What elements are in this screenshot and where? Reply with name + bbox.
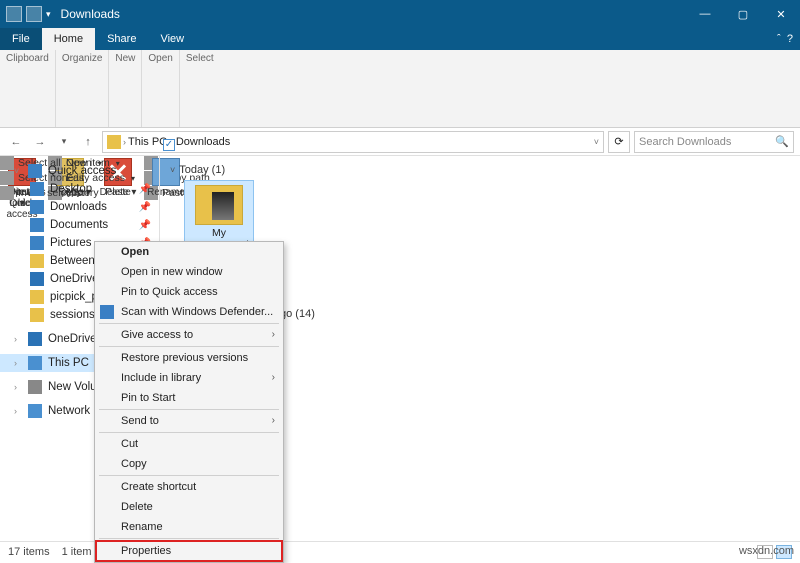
chevron-right-icon: › <box>272 329 275 340</box>
group-header-older[interactable]: go (14) <box>280 308 790 320</box>
context-menu: Open Open in new window Pin to Quick acc… <box>94 241 284 563</box>
watermark: wsxdn.com <box>739 545 794 557</box>
ctx-give-access[interactable]: Give access to› <box>95 325 283 345</box>
ctx-copy[interactable]: Copy <box>95 454 283 474</box>
maximize-button[interactable]: ▢ <box>724 0 762 28</box>
ribbon: Pin to Quick access Copy Paste Cut Copy … <box>0 50 800 128</box>
pin-icon: 📌 <box>139 202 151 213</box>
crumb-downloads[interactable]: Downloads <box>176 136 230 148</box>
qat-icon-1[interactable] <box>6 6 22 22</box>
chevron-right-icon: › <box>272 372 275 383</box>
checkbox-icon[interactable]: ✓ <box>163 139 175 151</box>
titlebar: ▾ Downloads — ▢ ✕ <box>0 0 800 28</box>
ctx-include-library[interactable]: Include in library› <box>95 368 283 388</box>
tab-share[interactable]: Share <box>95 28 148 50</box>
folder-thumbnail <box>195 185 243 225</box>
ctx-open[interactable]: Open <box>95 242 283 262</box>
ribbon-help-icon[interactable]: ˆ ? <box>770 28 800 50</box>
ctx-create-shortcut[interactable]: Create shortcut <box>95 477 283 497</box>
group-label-new: New <box>115 52 135 66</box>
recent-dropdown[interactable]: ▾ <box>54 132 74 152</box>
sidebar-item-documents[interactable]: Documents📌 <box>0 216 159 234</box>
ctx-delete[interactable]: Delete <box>95 497 283 517</box>
sidebar-quick-access[interactable]: ˅Quick access <box>0 162 159 180</box>
ribbon-tabs: File Home Share View ˆ ? <box>0 28 800 50</box>
sidebar-item-downloads[interactable]: Downloads📌 <box>0 198 159 216</box>
ctx-properties[interactable]: Properties <box>95 540 283 562</box>
ctx-defender[interactable]: Scan with Windows Defender... <box>95 302 283 322</box>
ctx-restore[interactable]: Restore previous versions <box>95 348 283 368</box>
ctx-rename[interactable]: Rename <box>95 517 283 537</box>
address-bar: ← → ▾ ↑ › This PC Downloads ˅ ⟳ Search D… <box>0 128 800 156</box>
search-input[interactable]: Search Downloads🔍 <box>634 131 794 153</box>
forward-button[interactable]: → <box>30 132 50 152</box>
chevron-right-icon: › <box>272 415 275 426</box>
pin-icon: 📌 <box>139 220 151 231</box>
tab-view[interactable]: View <box>148 28 196 50</box>
tab-file[interactable]: File <box>0 28 42 50</box>
breadcrumb[interactable]: › This PC Downloads ˅ <box>102 131 604 153</box>
ctx-open-new-window[interactable]: Open in new window <box>95 262 283 282</box>
minimize-button[interactable]: — <box>686 0 724 28</box>
up-button[interactable]: ↑ <box>78 132 98 152</box>
ctx-send-to[interactable]: Send to› <box>95 411 283 431</box>
folder-icon <box>107 135 121 149</box>
shield-icon <box>100 305 114 319</box>
ctx-cut[interactable]: Cut <box>95 434 283 454</box>
ctx-pin-quick-access[interactable]: Pin to Quick access <box>95 282 283 302</box>
search-icon: 🔍 <box>775 135 789 148</box>
group-label-open: Open <box>148 52 172 66</box>
status-item-count: 17 items <box>8 546 50 558</box>
group-label-clipboard: Clipboard <box>6 52 49 66</box>
group-header-today[interactable]: ˅Today (1) <box>170 164 790 176</box>
window-title: Downloads <box>61 7 120 21</box>
qat-dropdown-icon[interactable]: ▾ <box>46 9 51 20</box>
close-button[interactable]: ✕ <box>762 0 800 28</box>
pin-icon: 📌 <box>139 184 151 195</box>
star-icon <box>28 164 42 178</box>
group-label-organize: Organize <box>62 52 103 66</box>
breadcrumb-dropdown[interactable]: ˅ <box>594 137 599 147</box>
qat-icon-2[interactable] <box>26 6 42 22</box>
quick-access-toolbar: ▾ <box>6 6 51 22</box>
ctx-pin-start[interactable]: Pin to Start <box>95 388 283 408</box>
group-label-select: Select <box>186 52 214 66</box>
back-button[interactable]: ← <box>6 132 26 152</box>
tab-home[interactable]: Home <box>42 28 95 50</box>
refresh-button[interactable]: ⟳ <box>608 131 630 153</box>
sidebar-item-desktop[interactable]: Desktop📌 <box>0 180 159 198</box>
